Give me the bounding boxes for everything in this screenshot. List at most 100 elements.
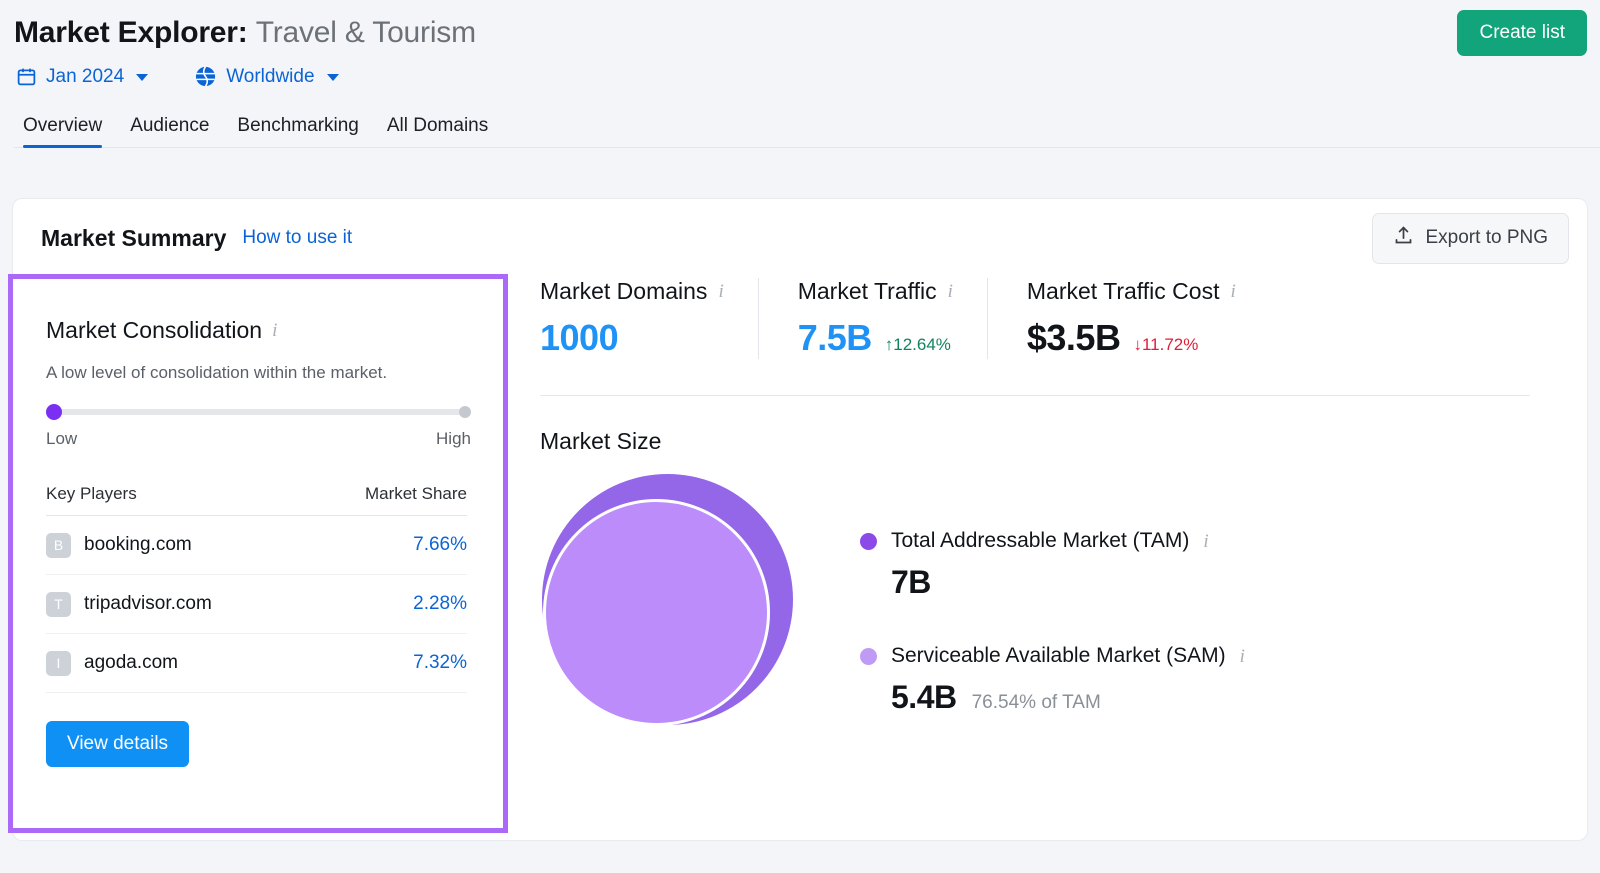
metric-value-row: 7.5B ↑12.64% xyxy=(798,317,953,359)
market-consolidation-highlight: Market Consolidation i A low level of co… xyxy=(8,274,508,833)
favicon-icon: T xyxy=(46,592,71,617)
legend-dot-sam-icon xyxy=(860,648,877,665)
how-to-use-it-link[interactable]: How to use it xyxy=(242,227,352,249)
date-filter-label: Jan 2024 xyxy=(46,66,124,88)
info-icon[interactable]: i xyxy=(1240,647,1245,666)
bubble-sam xyxy=(543,499,770,726)
tab-all-domains[interactable]: All Domains xyxy=(373,115,502,147)
favicon-icon: B xyxy=(46,533,71,558)
market-size-chart-area: Total Addressable Market (TAM) i 7B Serv… xyxy=(540,469,1570,759)
metric-label-row: Market Domains i xyxy=(540,278,724,305)
legend-dot-tam-icon xyxy=(860,533,877,550)
legend-label-row: Total Addressable Market (TAM) i xyxy=(860,529,1245,553)
info-icon[interactable]: i xyxy=(948,282,953,301)
slider-knob-high[interactable] xyxy=(459,406,471,418)
player-domain[interactable]: tripadvisor.com xyxy=(84,593,212,615)
metric-value: $3.5B xyxy=(1027,317,1121,359)
section-divider xyxy=(540,395,1530,396)
legend-value: 7B xyxy=(891,564,931,601)
metric-label-row: Market Traffic i xyxy=(798,278,953,305)
player-domain[interactable]: booking.com xyxy=(84,534,192,556)
tab-benchmarking[interactable]: Benchmarking xyxy=(223,115,372,147)
player-market-share[interactable]: 7.66% xyxy=(413,534,467,556)
slider-high-label: High xyxy=(436,429,471,449)
slider-low-label: Low xyxy=(46,429,77,449)
player-market-share[interactable]: 2.28% xyxy=(413,593,467,615)
legend-item-sam: Serviceable Available Market (SAM) i 5.4… xyxy=(860,644,1245,716)
table-row[interactable]: B booking.com 7.66% xyxy=(46,516,467,575)
legend-label: Total Addressable Market (TAM) xyxy=(891,529,1189,553)
metric-label: Market Traffic xyxy=(798,278,937,305)
tab-all-domains-label: All Domains xyxy=(387,115,488,136)
player-market-share[interactable]: 7.32% xyxy=(413,652,467,674)
tab-audience-label: Audience xyxy=(130,115,209,136)
player-cell: B booking.com xyxy=(46,533,192,558)
info-icon[interactable]: i xyxy=(272,321,277,340)
metric-delta-up: ↑12.64% xyxy=(885,335,951,355)
metric-value-row: 1000 xyxy=(540,317,724,359)
slider-track xyxy=(54,409,462,415)
market-size-bubble-chart xyxy=(540,469,860,759)
tab-overview[interactable]: Overview xyxy=(23,115,116,147)
metric-market-traffic: Market Traffic i 7.5B ↑12.64% xyxy=(758,278,987,359)
card-title: Market Summary xyxy=(41,225,226,252)
info-icon[interactable]: i xyxy=(1203,532,1208,551)
create-list-button[interactable]: Create list xyxy=(1457,10,1587,56)
page-title-prefix: Market Explorer: xyxy=(14,16,248,49)
location-filter[interactable]: Worldwide xyxy=(194,65,338,88)
column-header-key-players: Key Players xyxy=(46,484,137,504)
key-players-table: Key Players Market Share B booking.com 7… xyxy=(46,484,467,693)
market-consolidation-title: Market Consolidation xyxy=(46,317,262,344)
tab-overview-label: Overview xyxy=(23,115,102,136)
tab-audience[interactable]: Audience xyxy=(116,115,223,147)
legend-label: Serviceable Available Market (SAM) xyxy=(891,644,1226,668)
legend-item-tam: Total Addressable Market (TAM) i 7B xyxy=(860,529,1245,601)
upload-icon xyxy=(1393,225,1414,252)
consolidation-slider[interactable] xyxy=(46,404,471,420)
filter-row: Jan 2024 Worldwide xyxy=(14,65,1600,88)
market-consolidation-panel: Market Consolidation i A low level of co… xyxy=(13,279,503,828)
metric-delta-down: ↓11.72% xyxy=(1133,335,1198,355)
tab-bar: Overview Audience Benchmarking All Domai… xyxy=(14,107,1600,148)
export-to-png-button[interactable]: Export to PNG xyxy=(1372,213,1570,264)
metric-market-traffic-cost: Market Traffic Cost i $3.5B ↓11.72% xyxy=(987,278,1270,359)
slider-knob-low[interactable] xyxy=(46,404,62,420)
legend-sub-value: 76.54% of TAM xyxy=(972,692,1101,714)
favicon-icon: I xyxy=(46,651,71,676)
export-to-png-label: Export to PNG xyxy=(1426,227,1549,249)
market-size-title: Market Size xyxy=(540,428,1570,455)
legend-value-row: 7B xyxy=(860,564,1245,601)
metric-market-domains: Market Domains i 1000 xyxy=(540,278,758,359)
legend-label-row: Serviceable Available Market (SAM) i xyxy=(860,644,1245,668)
metric-value: 1000 xyxy=(540,317,618,359)
page-title: Market Explorer: Travel & Tourism xyxy=(14,14,1600,52)
card-header: Market Summary How to use it Export to P… xyxy=(13,199,1587,277)
legend-value-row: 5.4B 76.54% of TAM xyxy=(860,679,1245,716)
metric-value-row: $3.5B ↓11.72% xyxy=(1027,317,1236,359)
globe-icon xyxy=(194,65,217,88)
metric-value: 7.5B xyxy=(798,317,872,359)
chevron-down-icon xyxy=(136,74,148,81)
legend-value: 5.4B xyxy=(891,679,957,716)
chevron-down-icon xyxy=(327,74,339,81)
player-domain[interactable]: agoda.com xyxy=(84,652,178,674)
metrics-row: Market Domains i 1000 Market Traffic i 7… xyxy=(540,278,1570,359)
market-consolidation-description: A low level of consolidation within the … xyxy=(46,363,471,383)
app-header: Market Explorer: Travel & Tourism Jan 20… xyxy=(0,0,1600,148)
info-icon[interactable]: i xyxy=(718,282,723,301)
tab-benchmarking-label: Benchmarking xyxy=(237,115,358,136)
table-row[interactable]: T tripadvisor.com 2.28% xyxy=(46,575,467,634)
slider-labels: Low High xyxy=(46,429,471,449)
market-size-legend: Total Addressable Market (TAM) i 7B Serv… xyxy=(860,469,1245,716)
info-icon[interactable]: i xyxy=(1230,282,1235,301)
metric-label: Market Domains xyxy=(540,278,707,305)
player-cell: T tripadvisor.com xyxy=(46,592,212,617)
table-header-row: Key Players Market Share xyxy=(46,484,467,516)
view-details-button[interactable]: View details xyxy=(46,721,189,767)
table-row[interactable]: I agoda.com 7.32% xyxy=(46,634,467,693)
date-filter[interactable]: Jan 2024 xyxy=(16,66,148,88)
calendar-icon xyxy=(16,66,37,87)
metric-label: Market Traffic Cost xyxy=(1027,278,1220,305)
player-cell: I agoda.com xyxy=(46,651,178,676)
page-root: Market Explorer: Travel & Tourism Jan 20… xyxy=(0,0,1600,873)
